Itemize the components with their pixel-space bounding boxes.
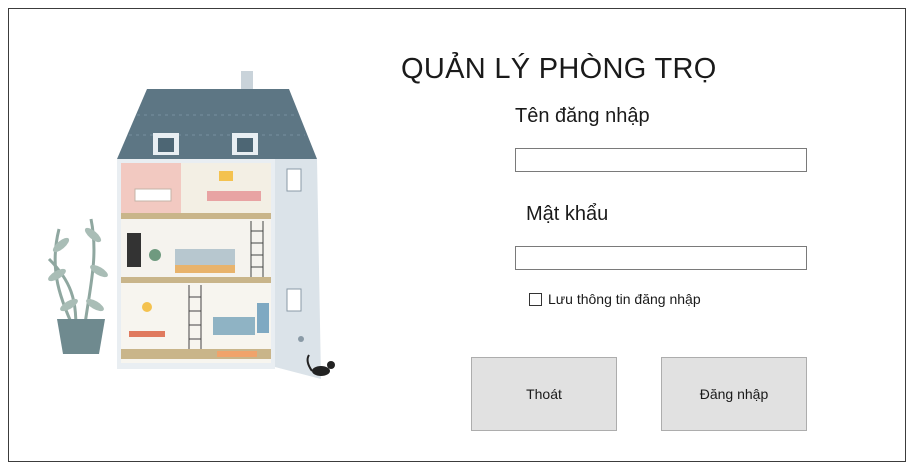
exit-button[interactable]: Thoát bbox=[471, 357, 617, 431]
app-title: QUẢN LÝ PHÒNG TRỌ bbox=[401, 53, 717, 85]
username-label: Tên đăng nhập bbox=[515, 105, 650, 127]
remember-checkbox-row[interactable]: Lưu thông tin đăng nhập bbox=[529, 291, 701, 307]
login-window: QUẢN LÝ PHÒNG TRỌ Tên đăng nhập Mật khẩu… bbox=[8, 8, 906, 462]
plant-icon bbox=[47, 218, 108, 354]
username-field[interactable] bbox=[515, 148, 807, 172]
house-icon bbox=[117, 71, 321, 379]
remember-checkbox[interactable] bbox=[529, 292, 542, 306]
password-label: Mật khẩu bbox=[526, 203, 609, 225]
house-illustration bbox=[47, 71, 335, 379]
password-field[interactable] bbox=[515, 246, 807, 270]
login-button[interactable]: Đăng nhập bbox=[661, 357, 807, 431]
remember-label: Lưu thông tin đăng nhập bbox=[548, 291, 701, 307]
